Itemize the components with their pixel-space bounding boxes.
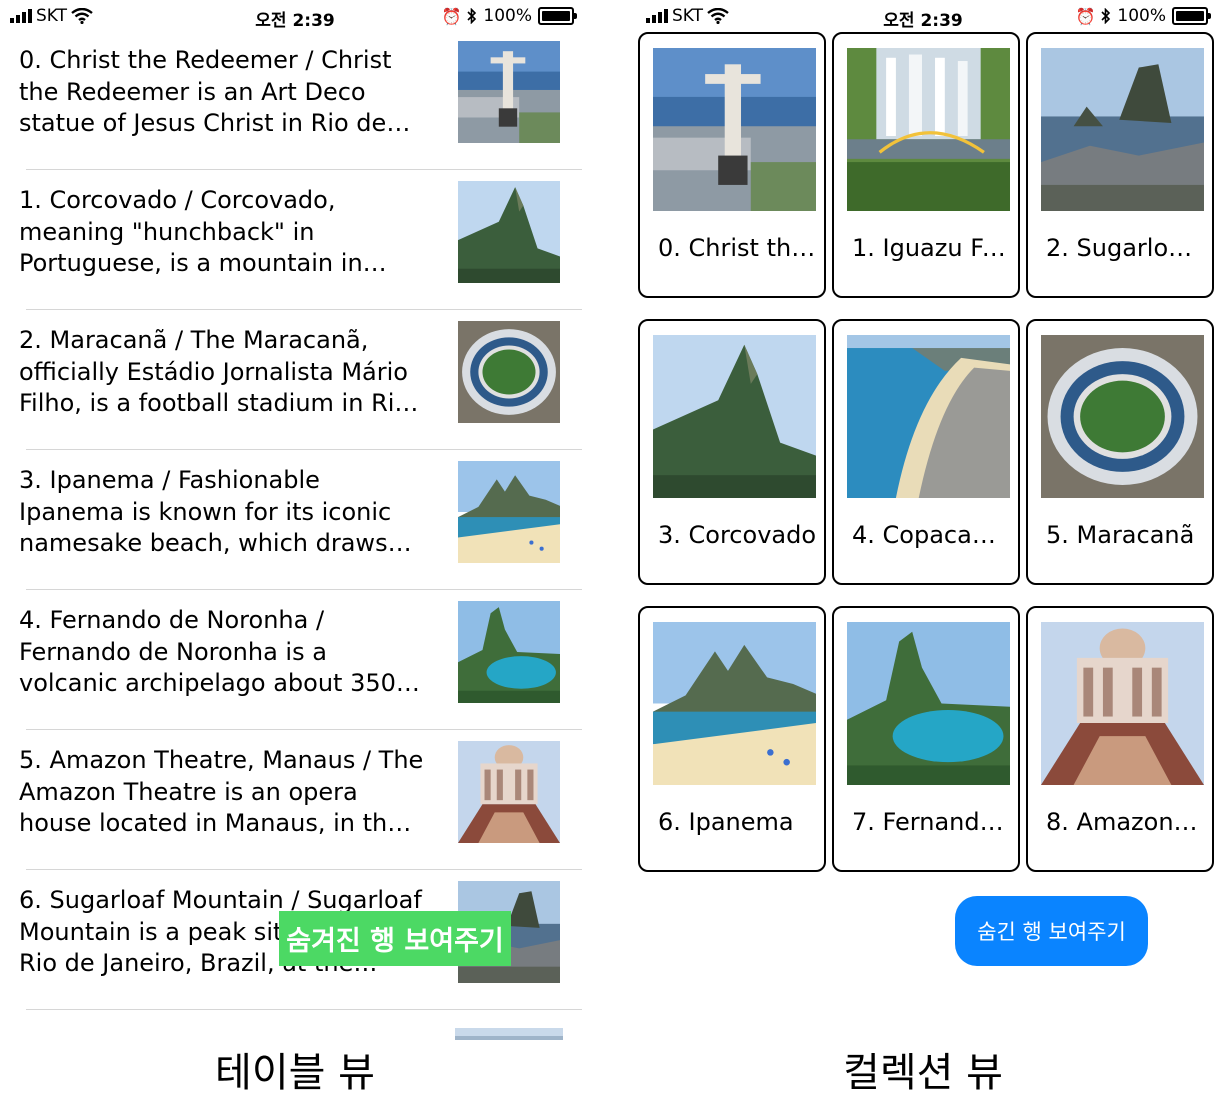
row-text: 0. Christ the Redeemer / Christ the Rede… <box>19 46 392 137</box>
ipanema-thumbnail <box>455 461 563 563</box>
cell-label: 7. Fernando de Noronha <box>852 808 1010 836</box>
collection-cell[interactable]: 1. Iguazu Falls <box>832 32 1020 298</box>
cell-label: 0. Christ the Redeemer <box>658 234 816 262</box>
show-hidden-rows-button[interactable]: 숨겨진 행 보여주기 <box>279 911 511 966</box>
status-bar: SKT 오전 2:39 ⏰ 100% <box>628 0 1218 32</box>
fernando-thumbnail <box>455 601 563 703</box>
row-divider <box>26 869 582 870</box>
amazon-theatre-thumbnail <box>455 741 563 843</box>
row-divider <box>26 1009 582 1010</box>
cell-label: 4. Copacabana <box>852 521 1010 549</box>
battery-percent: 100% <box>1117 6 1166 26</box>
status-right: ⏰ 100% <box>441 6 577 26</box>
table-row[interactable]: 1. Corcovado / Corcovado, meaning "hunch… <box>0 171 590 310</box>
collection-cell[interactable]: 5. Maracanã <box>1026 319 1214 585</box>
table-row[interactable]: 5. Amazon Theatre, Manaus / The Amazon T… <box>0 731 590 870</box>
christ-redeemer-image <box>653 48 816 211</box>
table-view-caption: 테이블 뷰 <box>215 1050 375 1096</box>
fernando-image <box>847 622 1010 785</box>
row-divider <box>26 309 582 310</box>
status-right: ⏰ 100% <box>1075 6 1211 26</box>
table-view-screen: SKT 오전 2:39 ⏰ 100% 0. Christ the Redeeme… <box>0 0 590 1040</box>
collection-cell[interactable]: 3. Corcovado <box>638 319 826 585</box>
row-text: 4. Fernando de Noronha / Fernando de Nor… <box>19 606 396 697</box>
table-row[interactable] <box>0 1011 590 1040</box>
table-row[interactable]: 3. Ipanema / Fashionable Ipanema is know… <box>0 451 590 590</box>
maracana-image <box>1041 335 1204 498</box>
table-row[interactable]: 0. Christ the Redeemer / Christ the Rede… <box>0 31 590 170</box>
row-divider <box>26 449 582 450</box>
bluetooth-icon <box>467 8 477 24</box>
row-divider <box>26 589 582 590</box>
ipanema-image <box>653 622 816 785</box>
row-text: 3. Ipanema / Fashionable Ipanema is know… <box>19 466 392 557</box>
row-text: 5. Amazon Theatre, Manaus / The Amazon T… <box>19 746 424 837</box>
collection-cell[interactable]: 8. Amazon Theatre <box>1026 606 1214 872</box>
row-divider <box>26 729 582 730</box>
table-row[interactable]: 4. Fernando de Noronha / Fernando de Nor… <box>0 591 590 730</box>
battery-icon <box>1172 7 1211 25</box>
sugarloaf-image <box>1041 48 1204 211</box>
row-text: 2. Maracanã / The Maracanã, officially E… <box>19 326 410 417</box>
cell-label: 5. Maracanã <box>1046 521 1195 549</box>
alarm-icon: ⏰ <box>1075 6 1096 26</box>
row-text: 1. Corcovado / Corcovado, meaning "hunch… <box>19 186 363 277</box>
iguazu-image <box>847 48 1010 211</box>
collection-cell[interactable]: 0. Christ the Redeemer <box>638 32 826 298</box>
cell-label: 2. Sugarloaf Mountain <box>1046 234 1204 262</box>
collection-cell[interactable]: 4. Copacabana <box>832 319 1020 585</box>
alarm-icon: ⏰ <box>441 6 462 26</box>
amazon-theatre-image <box>1041 622 1204 785</box>
next-thumbnail <box>455 1028 563 1040</box>
collection-cell[interactable]: 6. Ipanema <box>638 606 826 872</box>
cell-label: 3. Corcovado <box>658 521 816 549</box>
cell-label: 8. Amazon Theatre <box>1046 808 1204 836</box>
corcovado-thumbnail <box>455 181 563 283</box>
collection-cell[interactable]: 2. Sugarloaf Mountain <box>1026 32 1214 298</box>
maracana-thumbnail <box>455 321 563 423</box>
christ-redeemer-thumbnail <box>455 41 563 143</box>
table-row[interactable]: 2. Maracanã / The Maracanã, officially E… <box>0 311 590 450</box>
battery-icon <box>538 7 577 25</box>
battery-percent: 100% <box>483 6 532 26</box>
status-bar: SKT 오전 2:39 ⏰ 100% <box>0 0 590 32</box>
corcovado-image <box>653 335 816 498</box>
collection-view-caption: 컬렉션 뷰 <box>843 1050 1003 1096</box>
cell-label: 1. Iguazu Falls <box>852 234 1010 262</box>
cell-label: 6. Ipanema <box>658 808 794 836</box>
collection-cell[interactable]: 7. Fernando de Noronha <box>832 606 1020 872</box>
row-divider <box>26 169 582 170</box>
bluetooth-icon <box>1101 8 1111 24</box>
collection-view-screen: SKT 오전 2:39 ⏰ 100% 0. Christ the Redeeme… <box>628 0 1218 1040</box>
show-hidden-rows-button[interactable]: 숨긴 행 보여주기 <box>955 896 1148 966</box>
copacabana-image <box>847 335 1010 498</box>
